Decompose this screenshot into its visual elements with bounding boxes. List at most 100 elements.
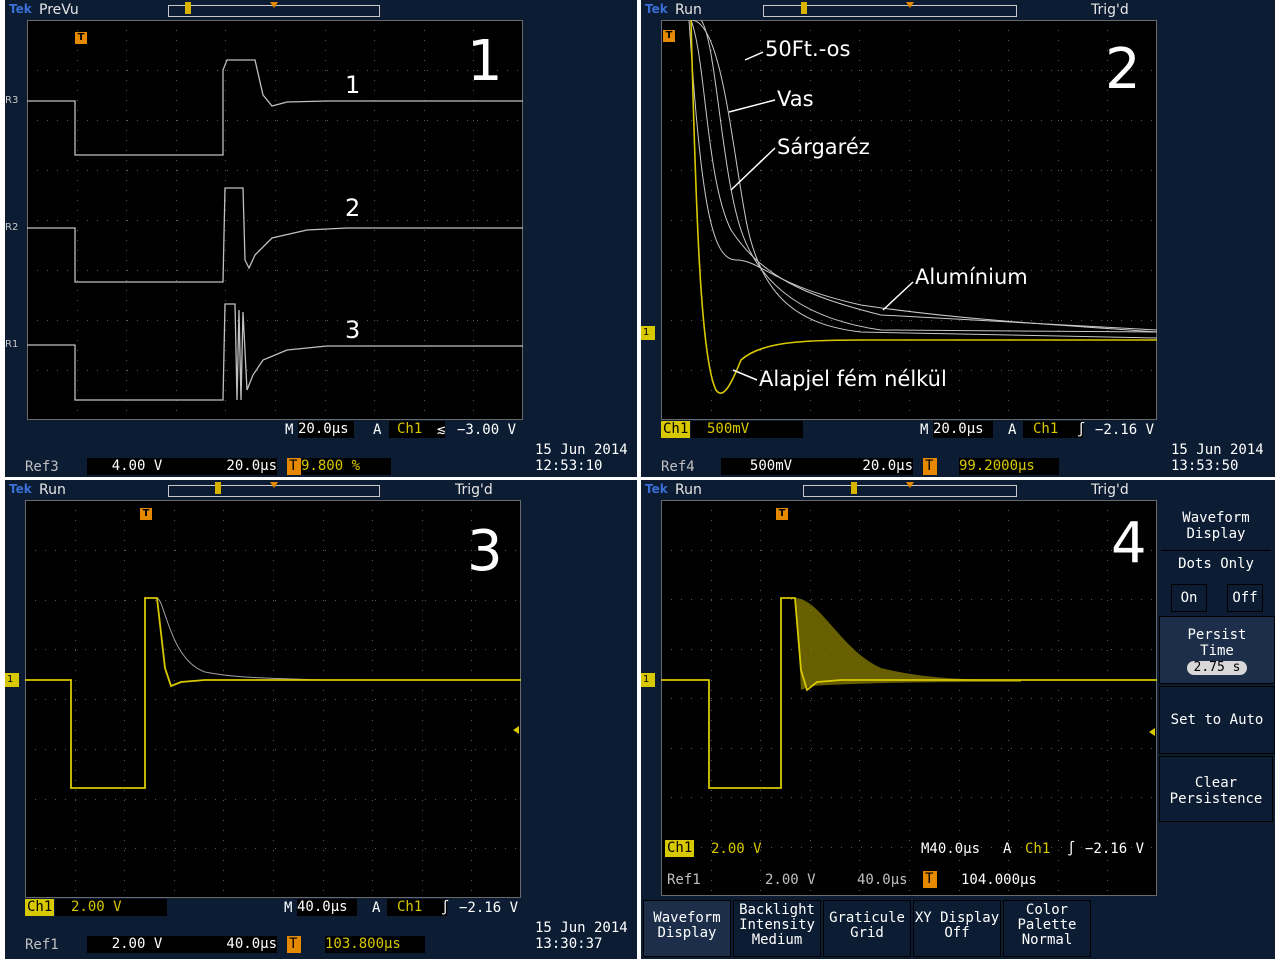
waveform-ref1 [27, 303, 523, 401]
record-marker [215, 482, 221, 494]
status-bar: Tek Run Trig'd [641, 0, 1275, 20]
dots-only-label: Dots Only [1161, 554, 1271, 574]
dots-on-button[interactable]: On [1171, 584, 1207, 612]
waveforms [25, 597, 521, 789]
timebase-prefix: M [284, 900, 293, 916]
trigger-slope-icon: ∫ [1067, 841, 1076, 857]
trigger-t-icon: T [776, 508, 788, 520]
menu-line: Intensity [739, 917, 815, 933]
ref-position: 9.800 % [301, 458, 391, 475]
trigger-prefix: A [372, 900, 381, 916]
ref-time: 40.0µs [857, 872, 908, 888]
tek-logo: Tek [9, 2, 32, 16]
ch1-scale: 500mV [691, 421, 803, 438]
trigger-position-icon [270, 2, 278, 8]
trigger-slope-icon: ≲ [437, 422, 446, 438]
scope-screen-2: Tek Run Trig'd T 2 50Ft.-os Vas Sárgaréz… [641, 0, 1275, 477]
timebase-readout: M40.0µs [921, 841, 981, 857]
record-marker [801, 2, 807, 14]
acq-state: PreVu [39, 2, 79, 18]
trigger-prefix: A [1008, 422, 1017, 438]
ch1-level-marker[interactable]: 1 [641, 326, 656, 340]
time-readout: 13:53:50 [1171, 458, 1239, 474]
waveform-ch1 [25, 597, 521, 789]
record-marker [851, 482, 857, 494]
ref-pos-t-icon: T [923, 871, 937, 888]
dots-off-button[interactable]: Off [1227, 584, 1263, 612]
trigger-slope-icon: ∫ [1077, 422, 1086, 438]
ch1-scale: 2.00 V [55, 899, 167, 916]
trigger-level: −3.00 V [457, 422, 517, 438]
annotation-leaders [728, 51, 914, 381]
trigger-position-icon [906, 2, 914, 8]
ch1-tag: Ch1 [665, 840, 695, 857]
status-bar: Tek Run Trig'd [5, 480, 637, 500]
scope-screen-3: Tek Run Trig'd T 3 1 Ch1 2.00 V M 40.0µs… [5, 480, 637, 959]
waveforms [661, 597, 1157, 789]
ref-name: Ref3 [25, 459, 59, 475]
trigger-level: −2.16 V [1095, 422, 1155, 438]
menu-line: Off [944, 925, 970, 941]
ch1-level-marker[interactable]: 1 [5, 673, 20, 687]
bottom-menu-xy-display[interactable]: XY Display Off [913, 900, 1001, 957]
persistence-envelope [796, 598, 1021, 690]
waveform-ch1 [661, 597, 1157, 789]
panel-number: 1 [467, 29, 503, 94]
date-readout: 15 Jun 2014 [1171, 442, 1264, 458]
set-to-auto-button[interactable]: Set to Auto [1159, 686, 1275, 754]
waveform-label-3: 3 [345, 316, 361, 344]
trigger-position-icon [906, 482, 914, 488]
ref-time: 20.0µs [187, 458, 277, 475]
menu-line: Waveform [653, 910, 721, 926]
ref-position: 99.2000µs [959, 458, 1059, 475]
clear-persistence-button[interactable]: Clear Persistence [1159, 756, 1273, 822]
graticule: T 2 50Ft.-os Vas Sárgaréz Alumínium Alap… [661, 20, 1157, 420]
trigger-position-icon [270, 482, 278, 488]
ref-pos-t-icon: T [287, 936, 301, 953]
menu-line: Graticule [829, 910, 905, 926]
trigger-status: Trig'd [1091, 482, 1129, 498]
ch1-scale: 2.00 V [711, 841, 762, 857]
trigger-t-icon: T [140, 508, 152, 520]
ref-time: 20.0µs [821, 458, 913, 475]
persist-time-value: 2.75 s [1187, 661, 1247, 675]
ref-pos-t-icon: T [287, 458, 301, 475]
bottom-menu-waveform-display[interactable]: Waveform Display [643, 900, 731, 957]
menu-line: Display [657, 925, 717, 941]
persist-time-button[interactable]: Persist Time 2.75 s [1159, 616, 1275, 684]
side-menu-title: Waveform Display [1161, 510, 1271, 551]
ref2-level-marker[interactable]: R2 [5, 221, 18, 235]
ref-position: 103.800µs [325, 936, 425, 953]
trigger-prefix: A [373, 422, 382, 438]
waveform-ref1 [156, 597, 326, 681]
ref-time: 40.0µs [187, 936, 277, 953]
waveform-label-2: 2 [345, 194, 361, 222]
ch1-tag: Ch1 [25, 899, 55, 916]
ref3-level-marker[interactable]: R3 [5, 94, 18, 108]
timebase-prefix: M [920, 422, 929, 438]
date-readout: 15 Jun 2014 [535, 442, 628, 458]
trigger-status: Trig'd [455, 482, 493, 498]
ch1-level-marker[interactable]: 1 [641, 673, 656, 687]
bottom-menu-graticule[interactable]: Graticule Grid [823, 900, 911, 957]
bottom-menu-backlight[interactable]: Backlight Intensity Medium [733, 900, 821, 957]
ref-position: 104.000µs [961, 872, 1037, 888]
menu-line: Grid [850, 925, 884, 941]
timebase-readout: 20.0µs [933, 421, 993, 438]
ch1-tag: Ch1 [661, 421, 691, 438]
status-bar: Tek Run Trig'd [641, 480, 1275, 500]
trigger-source: Ch1 [1023, 421, 1083, 438]
graticule: T 1 1 2 3 [27, 20, 523, 420]
waveforms [27, 59, 523, 401]
scope-screen-4: Tek Run Trig'd T 4 Ch1 2.00 V M40.0µs A … [641, 480, 1275, 959]
time-readout: 12:53:10 [535, 458, 603, 474]
waveform-label-1: 1 [345, 71, 361, 99]
ref-volts: 2.00 V [87, 936, 187, 953]
timebase-readout: 40.0µs [297, 899, 357, 916]
ref1-level-marker[interactable]: R1 [5, 338, 18, 352]
persist-time-label: Persist Time [1187, 627, 1247, 659]
bottom-menu-color-palette[interactable]: Color Palette Normal [1003, 900, 1091, 957]
tek-logo: Tek [9, 482, 32, 496]
panel-number: 4 [1111, 511, 1147, 576]
trigger-t-icon: T [75, 32, 87, 44]
